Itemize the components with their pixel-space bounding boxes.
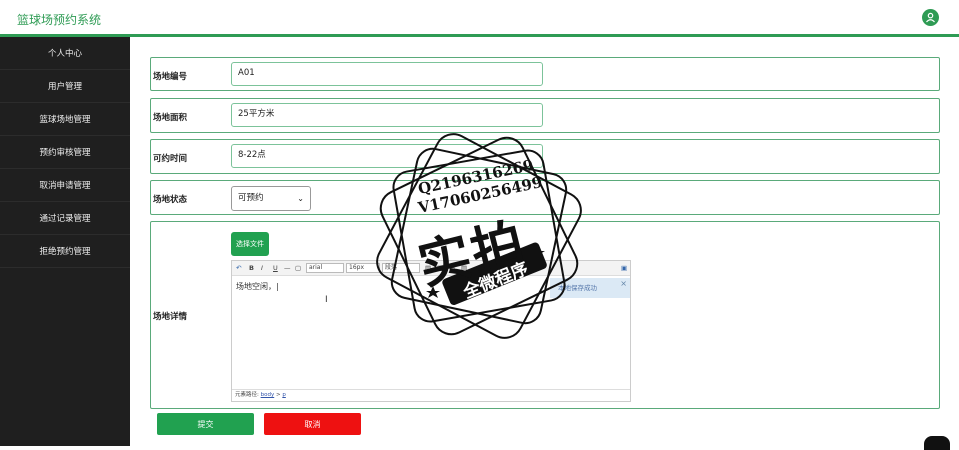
status-select-value: 可预约 [238, 193, 264, 203]
sidebar: 个人中心 用户管理 篮球场地管理 预约审核管理 取消申请管理 通过记录管理 拒绝… [0, 37, 130, 446]
app-title: 篮球场预约系统 [17, 13, 102, 27]
area-input[interactable]: 25平方米 [231, 103, 543, 127]
top-bar: 篮球场预约系统 [0, 0, 959, 37]
status-label: 场地状态 [153, 195, 188, 205]
close-icon[interactable]: × [620, 274, 627, 294]
path-p-link[interactable]: p [282, 392, 286, 398]
font-family-select[interactable]: arial [306, 263, 344, 273]
sidebar-item-users[interactable]: 用户管理 [0, 70, 130, 103]
sidebar-item-rejected-bookings[interactable]: 拒绝预约管理 [0, 235, 130, 268]
bold-icon[interactable]: B [249, 264, 254, 272]
fullscreen-icon[interactable]: ▣ [621, 264, 627, 272]
strikethrough-icon[interactable]: ▢ [295, 264, 301, 272]
sidebar-item-profile[interactable]: 个人中心 [0, 37, 130, 70]
undo-icon[interactable]: ↶ [236, 264, 241, 272]
sidebar-item-approved-records[interactable]: 通过记录管理 [0, 202, 130, 235]
sidebar-item-courts[interactable]: 篮球场地管理 [0, 103, 130, 136]
choose-file-button[interactable]: 选择文件 [231, 232, 269, 256]
mascot-icon [924, 436, 950, 450]
underline-icon[interactable]: U [273, 264, 278, 272]
watermark-stamp: Q2196316269 V17060256499 实拍 全微程序 [373, 130, 585, 342]
row-venue-no: 场地编号 A01 [150, 57, 940, 91]
submit-button[interactable]: 提交 [157, 413, 254, 435]
path-body-link[interactable]: body [261, 392, 275, 398]
time-label: 可约时间 [153, 154, 188, 164]
editor-content[interactable]: 场地空闲，| [236, 281, 279, 292]
status-select[interactable]: 可预约 ⌄ [231, 186, 311, 211]
italic-icon[interactable]: I [261, 264, 263, 272]
row-area: 场地面积 25平方米 [150, 98, 940, 133]
venue-no-input[interactable]: A01 [231, 62, 543, 86]
venue-no-label: 场地编号 [153, 72, 188, 82]
chevron-down-icon: ⌄ [297, 194, 304, 203]
sidebar-item-cancel-requests[interactable]: 取消申请管理 [0, 169, 130, 202]
horizontal-rule-icon[interactable]: — [284, 264, 291, 272]
sidebar-item-booking-review[interactable]: 预约审核管理 [0, 136, 130, 169]
detail-label: 场地详情 [153, 312, 188, 322]
element-path-bar: 元素路径: body > p [232, 389, 630, 401]
area-label: 场地面积 [153, 113, 188, 123]
cancel-button[interactable]: 取消 [264, 413, 361, 435]
text-cursor-icon: I [325, 295, 328, 305]
user-avatar-icon[interactable] [922, 9, 939, 26]
text-caret: | [276, 282, 279, 291]
